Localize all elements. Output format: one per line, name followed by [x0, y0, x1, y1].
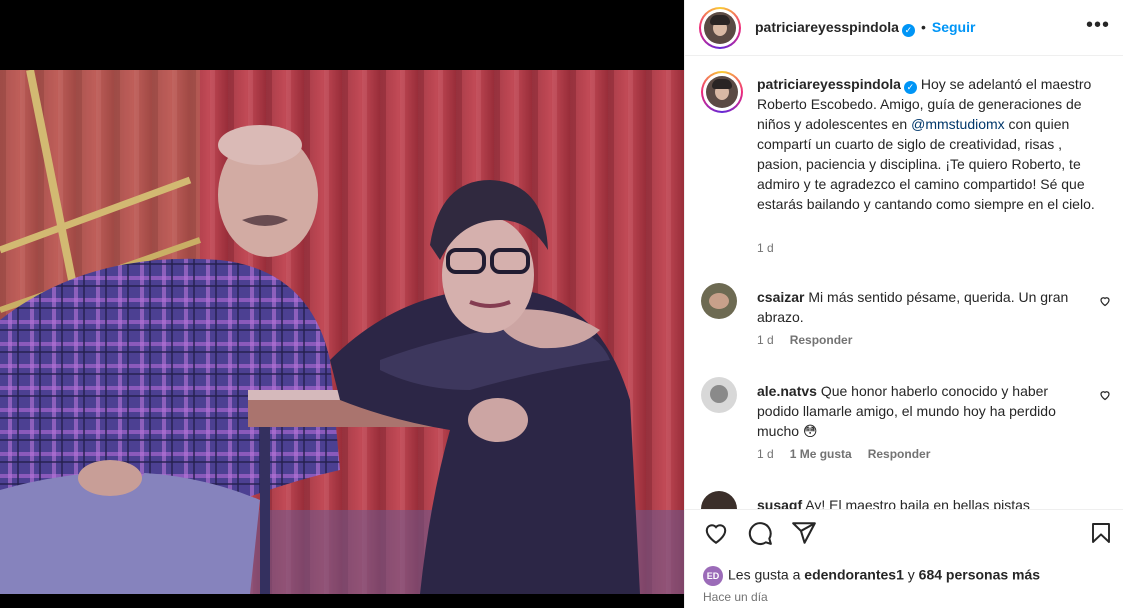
- comment-reply-button[interactable]: Responder: [790, 333, 853, 347]
- heart-icon[interactable]: [703, 520, 729, 551]
- post-media[interactable]: [0, 0, 684, 608]
- likes-summary: ED Les gusta a edendorantes1 y 684 person…: [703, 566, 1040, 586]
- caption-author-avatar-image: [706, 76, 738, 108]
- verified-badge-icon: ✓: [901, 24, 915, 37]
- comment-like-heart-icon[interactable]: [1099, 389, 1111, 404]
- comment-like-heart-icon[interactable]: [1099, 295, 1111, 310]
- caption-author-avatar[interactable]: [701, 71, 743, 113]
- caption-timestamp[interactable]: 1 d: [757, 241, 774, 255]
- comment-meta: 1 d 1 Me gusta Responder: [757, 447, 930, 461]
- liker-username[interactable]: edendorantes1: [804, 567, 904, 583]
- post-photo[interactable]: [0, 70, 684, 594]
- comment-text: csaizar Mi más sentido pésame, querida. …: [757, 287, 1077, 327]
- caption-username[interactable]: patriciareyesspindola: [757, 76, 901, 92]
- post-actions: ED Les gusta a edendorantes1 y 684 person…: [685, 509, 1123, 608]
- post-header: patriciareyesspindola ✓ • Seguir •••: [685, 0, 1123, 56]
- comment-reply-button[interactable]: Responder: [868, 447, 931, 461]
- liker-avatar[interactable]: ED: [703, 566, 723, 586]
- post-panel: patriciareyesspindola ✓ • Seguir ••• patric…: [684, 0, 1123, 608]
- share-icon[interactable]: [791, 520, 817, 551]
- comment-likes-count[interactable]: 1 Me gusta: [790, 447, 852, 461]
- comment-time[interactable]: 1 d: [757, 447, 774, 461]
- comment-username[interactable]: csaizar: [757, 289, 804, 305]
- photo-image: [0, 70, 684, 594]
- comment-username[interactable]: ale.natvs: [757, 383, 817, 399]
- comment-icon[interactable]: [747, 520, 773, 551]
- comment-body: Mi más sentido pésame, querida. Un gran …: [757, 289, 1069, 325]
- likes-prefix: Les gusta a: [728, 566, 805, 583]
- header-line: patriciareyesspindola ✓ • Seguir: [755, 19, 975, 37]
- likes-middle: y: [903, 566, 919, 583]
- comment-avatar[interactable]: [701, 283, 737, 319]
- likes-others-link[interactable]: 684 personas más: [919, 567, 1040, 583]
- comment-avatar[interactable]: [701, 377, 737, 413]
- caption-mention-link[interactable]: @mmstudiomx: [911, 116, 1005, 132]
- comment-username[interactable]: susagf: [757, 497, 802, 509]
- comment-avatar[interactable]: [701, 491, 737, 509]
- post-timestamp[interactable]: Hace un día: [703, 590, 768, 604]
- separator-dot: •: [920, 19, 926, 35]
- author-username[interactable]: patriciareyesspindola: [755, 19, 899, 35]
- follow-button[interactable]: Seguir: [932, 19, 976, 35]
- comment-time[interactable]: 1 d: [757, 333, 774, 347]
- more-options-icon[interactable]: •••: [1086, 14, 1110, 37]
- verified-badge-icon: ✓: [903, 81, 917, 94]
- caption-text: patriciareyesspindola ✓ Hoy se adelantó e…: [757, 74, 1102, 214]
- comment-text: susagf Ay! El maestro baila en bellas pi…: [757, 495, 1077, 509]
- comments-scroll-area[interactable]: patriciareyesspindola ✓ Hoy se adelantó e…: [685, 57, 1123, 509]
- bookmark-icon[interactable]: [1089, 520, 1113, 551]
- comment-text: ale.natvs Que honor haberlo conocido y h…: [757, 381, 1077, 441]
- author-avatar-image: [704, 12, 736, 44]
- author-avatar[interactable]: [699, 7, 741, 49]
- comment-meta: 1 d Responder: [757, 333, 852, 347]
- comment-body: Ay! El maestro baila en bellas pistas: [805, 497, 1030, 509]
